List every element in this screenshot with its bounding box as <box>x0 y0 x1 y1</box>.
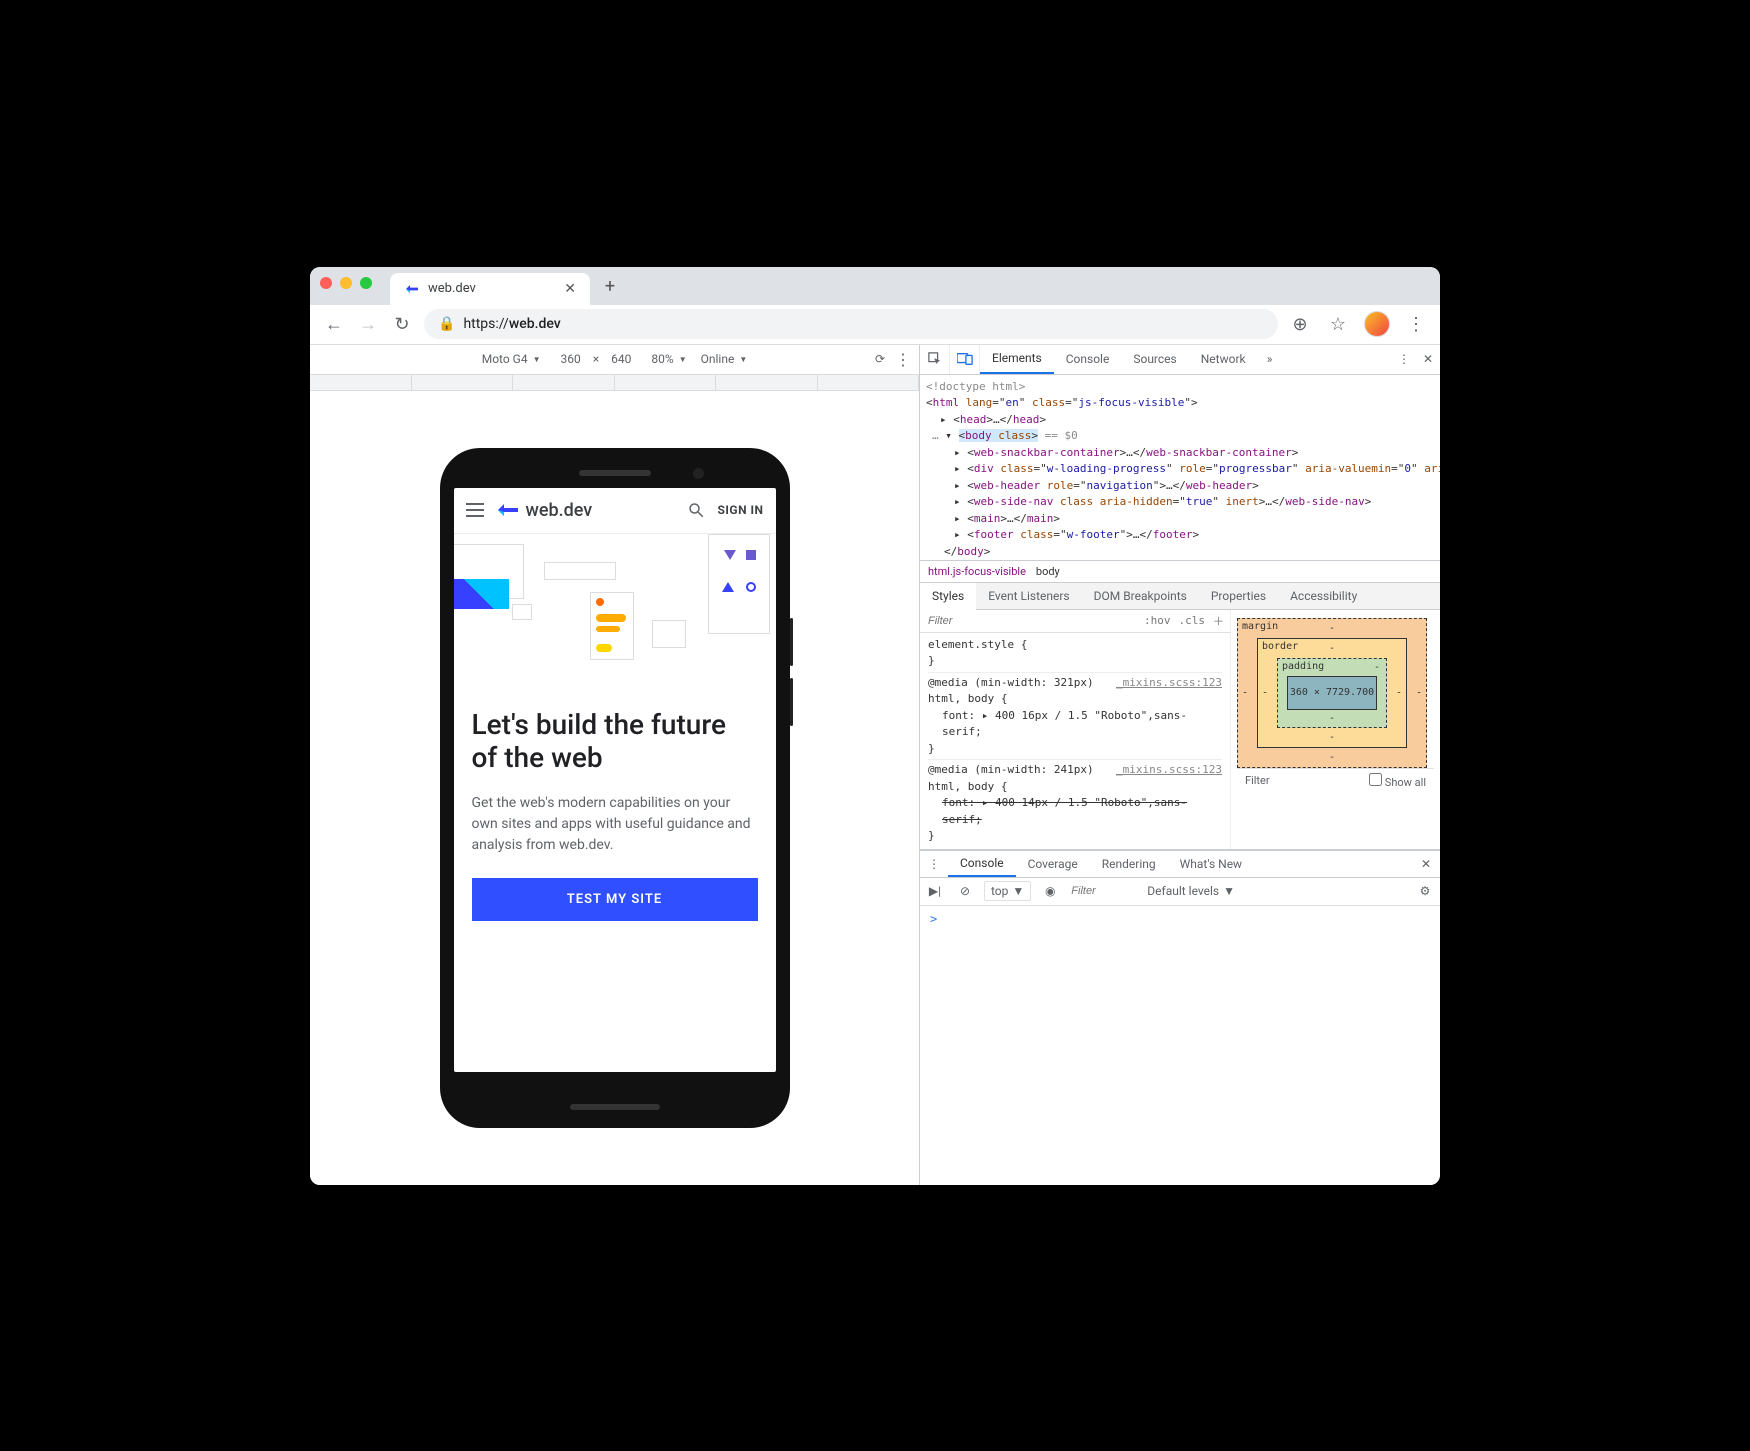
favicon-icon <box>404 281 420 297</box>
phone-side-button <box>790 618 793 666</box>
hero-title: Let's build the future of the web <box>472 708 758 775</box>
address-bar: ← → ↻ 🔒 https://web.dev ⊕ ☆ ⋮ <box>310 305 1440 345</box>
styles-pane: :hov .cls ＋ element.style { } _mixins.sc… <box>920 610 1440 850</box>
phone-side-button <box>790 678 793 726</box>
subtab-event-listeners[interactable]: Event Listeners <box>976 583 1081 609</box>
console-body[interactable]: > <box>920 906 1440 1185</box>
tabs-overflow-icon[interactable]: » <box>1258 345 1282 374</box>
devtools: Elements Console Sources Network » ⋮ ✕ <… <box>920 345 1440 1185</box>
drawer-tabs: ⋮ Console Coverage Rendering What's New … <box>920 850 1440 878</box>
browser-window: web.dev ✕ + ← → ↻ 🔒 https://web.dev ⊕ ☆ … <box>310 267 1440 1185</box>
hero-body: Get the web's modern capabilities on you… <box>472 793 758 856</box>
minimize-window-button[interactable] <box>340 277 352 289</box>
maximize-window-button[interactable] <box>360 277 372 289</box>
device-toolbar-toggle-icon[interactable] <box>950 345 980 374</box>
styles-rules[interactable]: element.style { } _mixins.scss:123 @medi… <box>920 633 1230 849</box>
lock-icon: 🔒 <box>438 316 455 332</box>
clear-console-icon[interactable]: ⊘ <box>954 880 976 902</box>
bookmark-star-icon[interactable]: ☆ <box>1326 312 1350 336</box>
device-viewport-pane: Moto G4 360 × 640 80% Online ⟳ ⋮ <box>310 345 920 1185</box>
profile-avatar[interactable] <box>1364 311 1390 337</box>
device-width[interactable]: 360 <box>555 350 587 368</box>
webdev-logo-icon <box>496 500 520 520</box>
box-model-content: 360 × 7729.700 <box>1287 676 1377 710</box>
live-expression-icon[interactable]: ◉ <box>1039 880 1061 902</box>
device-stage: web.dev SIGN IN <box>310 391 919 1185</box>
cls-toggle[interactable]: .cls <box>1179 614 1206 627</box>
console-filter-input[interactable] <box>1069 883 1139 899</box>
new-tab-button[interactable]: + <box>596 273 624 301</box>
subtab-dom-breakpoints[interactable]: DOM Breakpoints <box>1082 583 1199 609</box>
drawer-close-icon[interactable]: ✕ <box>1412 851 1440 877</box>
console-prompt[interactable]: > <box>930 912 937 926</box>
drawer-tab-coverage[interactable]: Coverage <box>1016 851 1090 877</box>
device-toolbar: Moto G4 360 × 640 80% Online ⟳ ⋮ <box>310 345 919 375</box>
tab-elements[interactable]: Elements <box>980 345 1054 374</box>
forward-button[interactable]: → <box>356 312 380 336</box>
browser-tab[interactable]: web.dev ✕ <box>390 273 590 305</box>
hero: Let's build the future of the web Get th… <box>454 684 776 931</box>
console-sidebar-toggle-icon[interactable]: ▶| <box>924 880 946 902</box>
titlebar: web.dev ✕ + <box>310 267 1440 305</box>
subtab-properties[interactable]: Properties <box>1199 583 1278 609</box>
throttle-select[interactable]: Online <box>701 352 748 366</box>
zoom-select[interactable]: 80% <box>651 352 686 366</box>
close-window-button[interactable] <box>320 277 332 289</box>
url-text: https://web.dev <box>463 316 560 332</box>
dom-breadcrumb[interactable]: html.js-focus-visible body <box>920 560 1440 582</box>
phone-frame: web.dev SIGN IN <box>440 448 790 1128</box>
devtools-menu-icon[interactable]: ⋮ <box>1392 345 1416 374</box>
window-controls <box>320 277 372 289</box>
styles-subtabs: Styles Event Listeners DOM Breakpoints P… <box>920 582 1440 610</box>
phone-home-bar <box>570 1104 660 1110</box>
drawer-tab-rendering[interactable]: Rendering <box>1090 851 1168 877</box>
install-icon[interactable]: ⊕ <box>1288 312 1312 336</box>
search-icon[interactable] <box>687 501 705 519</box>
console-toolbar: ▶| ⊘ top ▼ ◉ Default levels ▼ ⚙ <box>920 878 1440 906</box>
console-levels-select[interactable]: Default levels ▼ <box>1147 884 1235 898</box>
drawer-tab-whatsnew[interactable]: What's New <box>1168 851 1254 877</box>
device-height[interactable]: 640 <box>605 350 637 368</box>
drawer-tab-console[interactable]: Console <box>948 851 1016 877</box>
tab-network[interactable]: Network <box>1189 345 1258 374</box>
hov-toggle[interactable]: :hov <box>1144 614 1171 627</box>
site-brand[interactable]: web.dev <box>496 500 593 521</box>
dom-tree[interactable]: <!doctype html> <html lang="en" class="j… <box>920 375 1440 560</box>
menu-icon[interactable] <box>466 503 484 517</box>
phone-screen[interactable]: web.dev SIGN IN <box>454 488 776 1072</box>
subtab-accessibility[interactable]: Accessibility <box>1278 583 1369 609</box>
close-tab-icon[interactable]: ✕ <box>564 281 576 297</box>
content-area: Moto G4 360 × 640 80% Online ⟳ ⋮ <box>310 345 1440 1185</box>
subtab-styles[interactable]: Styles <box>920 583 976 610</box>
devtools-tabs: Elements Console Sources Network » ⋮ ✕ <box>920 345 1440 375</box>
site-header: web.dev SIGN IN <box>454 488 776 534</box>
tab-console[interactable]: Console <box>1054 345 1122 374</box>
device-select[interactable]: Moto G4 <box>482 352 541 366</box>
devtools-close-icon[interactable]: ✕ <box>1416 345 1440 374</box>
test-my-site-button[interactable]: TEST MY SITE <box>472 878 758 921</box>
new-rule-icon[interactable]: ＋ <box>1213 613 1224 629</box>
reload-button[interactable]: ↻ <box>390 312 414 336</box>
rotate-icon[interactable]: ⟳ <box>875 352 885 366</box>
computed-filter[interactable]: Filter <box>1245 774 1270 787</box>
device-toolbar-more-icon[interactable]: ⋮ <box>895 350 911 369</box>
drawer-menu-icon[interactable]: ⋮ <box>920 851 948 877</box>
phone-speaker <box>579 470 651 476</box>
hero-illustration <box>454 534 776 684</box>
box-model: margin---- border---- padding-- 360 × 77… <box>1230 610 1440 849</box>
show-all-checkbox[interactable]: Show all <box>1369 773 1426 789</box>
tab-sources[interactable]: Sources <box>1121 345 1188 374</box>
omnibox[interactable]: 🔒 https://web.dev <box>424 309 1278 339</box>
styles-filter-input[interactable] <box>920 610 1138 632</box>
sign-in-link[interactable]: SIGN IN <box>717 503 763 517</box>
device-dimensions[interactable]: 360 × 640 <box>555 350 638 368</box>
tab-title: web.dev <box>428 281 476 296</box>
inspect-element-icon[interactable] <box>920 345 950 374</box>
console-settings-icon[interactable]: ⚙ <box>1414 880 1436 902</box>
console-context-select[interactable]: top ▼ <box>984 881 1031 901</box>
browser-menu-icon[interactable]: ⋮ <box>1404 312 1428 336</box>
back-button[interactable]: ← <box>322 312 346 336</box>
ruler <box>310 375 919 391</box>
phone-camera <box>693 468 704 479</box>
